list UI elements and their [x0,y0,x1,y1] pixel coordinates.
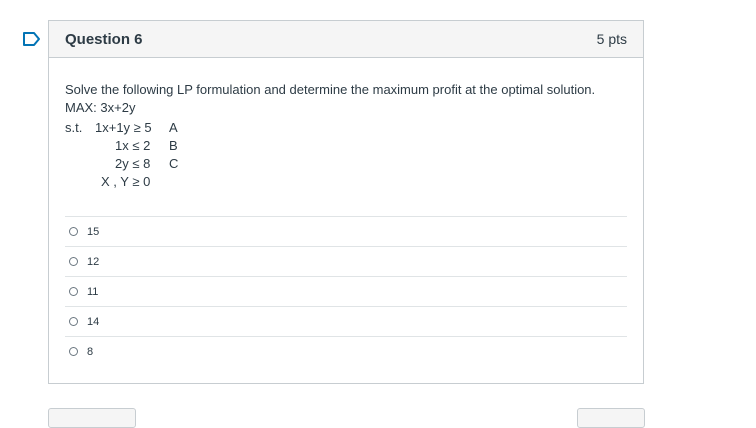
answer-option[interactable]: 14 [65,306,627,336]
answer-label: 11 [87,285,99,298]
constraint-c-expression: 2y ≤ 8 [115,156,151,171]
radio-button-icon[interactable] [69,257,78,266]
answer-label: 14 [87,315,100,328]
answer-option[interactable]: 8 [65,336,627,366]
question-card: Question 6 5 pts Solve the following LP … [48,20,644,384]
question-body: Solve the following LP formulation and d… [49,58,643,195]
objective-function: MAX: 3x+2y [65,100,136,115]
question-prompt: Solve the following LP formulation and d… [65,82,596,97]
st-label: s.t. [65,120,83,135]
answer-list: 15 12 11 14 8 [65,216,627,366]
constraints-block: s.t. 1x+1y ≥ 5 A 1x ≤ 2 B 2y ≤ 8 C X , Y… [65,119,627,195]
answer-option[interactable]: 12 [65,246,627,276]
answer-label: 15 [87,225,100,238]
answer-option[interactable]: 15 [65,216,627,246]
constraint-b-expression: 1x ≤ 2 [115,138,151,153]
constraint-c-tag: C [169,156,179,171]
previous-button[interactable] [48,408,136,428]
nonnegativity-constraint: X , Y ≥ 0 [101,174,151,189]
radio-button-icon[interactable] [69,227,78,236]
constraint-b-tag: B [169,138,178,153]
question-header: Question 6 5 pts [49,21,643,58]
question-points: 5 pts [596,31,627,47]
answer-label: 8 [87,345,94,358]
flag-icon[interactable] [22,31,42,47]
constraint-a-tag: A [169,120,178,135]
radio-button-icon[interactable] [69,347,78,356]
answer-label: 12 [87,255,100,268]
radio-button-icon[interactable] [69,317,78,326]
next-button[interactable] [577,408,645,428]
answer-option[interactable]: 11 [65,276,627,306]
radio-button-icon[interactable] [69,287,78,296]
constraint-a-expression: 1x+1y ≥ 5 [95,120,152,135]
question-title: Question 6 [65,30,143,48]
